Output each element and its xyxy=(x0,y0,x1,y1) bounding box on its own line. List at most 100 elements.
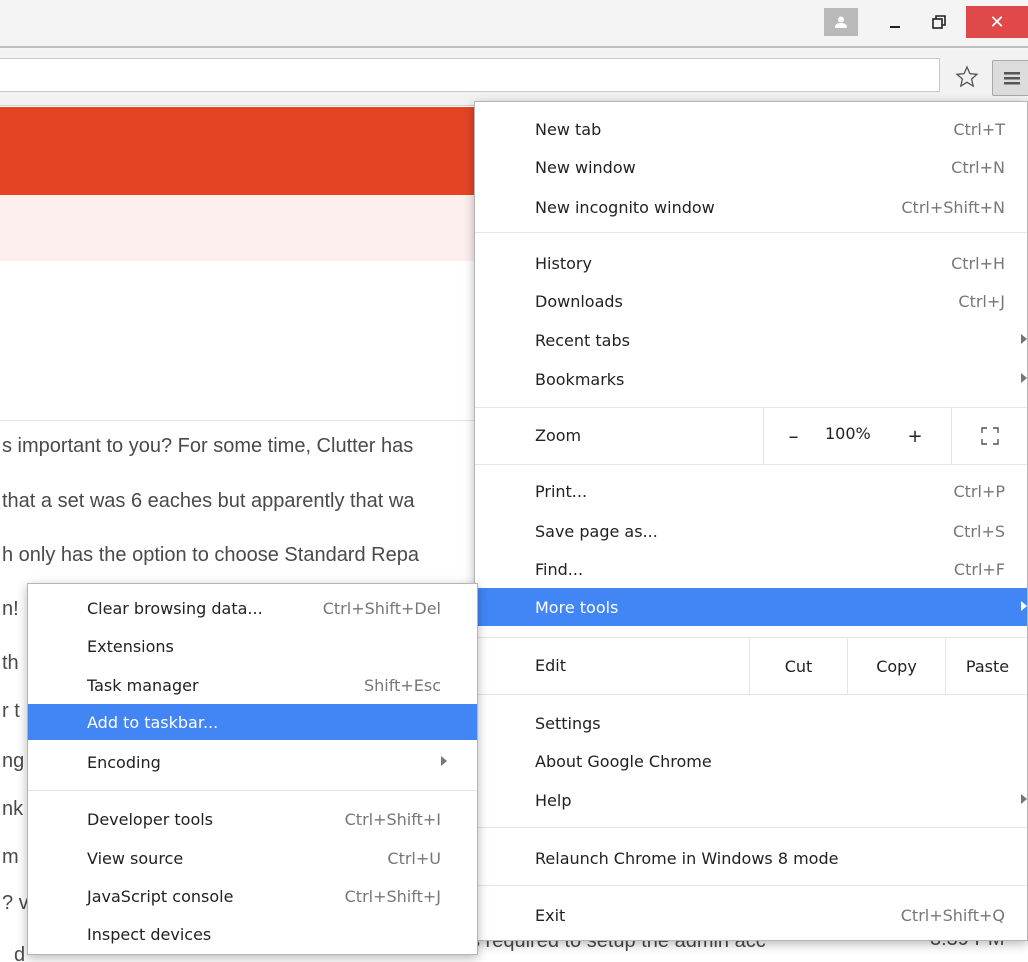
copy-button[interactable]: Copy xyxy=(847,638,945,694)
fullscreen-button[interactable] xyxy=(951,408,1027,464)
menu-item-label: Relaunch Chrome in Windows 8 mode xyxy=(535,849,839,868)
menu-separator xyxy=(475,694,1027,695)
cut-button[interactable]: Cut xyxy=(749,638,847,694)
restore-button[interactable] xyxy=(924,8,954,36)
submenu-item-add-to-taskbar[interactable]: Add to taskbar... xyxy=(28,704,477,740)
menu-separator xyxy=(475,885,1027,886)
submenu-item-shortcut: Ctrl+Shift+J xyxy=(344,887,441,906)
submenu-separator xyxy=(28,790,477,791)
menu-item-about-google-chrome[interactable]: About Google Chrome xyxy=(475,742,1027,780)
menu-item-label: Exit xyxy=(535,906,566,925)
menu-separator xyxy=(475,232,1027,233)
submenu-item-label: Extensions xyxy=(87,637,174,656)
menu-item-save-page-as[interactable]: Save page as... Ctrl+S xyxy=(475,512,1027,550)
title-bar: ✕ xyxy=(0,0,1028,50)
paste-label: Paste xyxy=(965,656,1010,676)
menu-item-label: Help xyxy=(535,791,572,810)
menu-item-shortcut: Ctrl+F xyxy=(953,560,1005,579)
submenu-item-label: Clear browsing data... xyxy=(87,599,263,618)
menu-item-new-window[interactable]: New window Ctrl+N xyxy=(475,148,1027,186)
menu-item-print[interactable]: Print... Ctrl+P xyxy=(475,472,1027,510)
menu-separator xyxy=(475,827,1027,828)
page-text-line: h only has the option to choose Standard… xyxy=(2,544,419,566)
menu-item-new-tab[interactable]: New tab Ctrl+T xyxy=(475,110,1027,148)
star-icon xyxy=(955,65,979,88)
menu-item-label: History xyxy=(535,254,592,273)
menu-item-label: Downloads xyxy=(535,292,623,311)
edit-label: Edit xyxy=(535,656,566,675)
menu-item-more-tools[interactable]: More tools xyxy=(475,588,1027,626)
menu-item-bookmarks[interactable]: Bookmarks xyxy=(475,360,1027,398)
submenu-item-task-manager[interactable]: Task manager Shift+Esc xyxy=(28,667,477,703)
menu-item-label: Settings xyxy=(535,714,601,733)
submenu-item-extensions[interactable]: Extensions xyxy=(28,628,477,664)
paste-button[interactable]: Paste xyxy=(945,638,1028,694)
fullscreen-icon xyxy=(980,427,999,445)
bookmark-star-button[interactable] xyxy=(954,64,980,90)
more-tools-submenu: Clear browsing data... Ctrl+Shift+Del Ex… xyxy=(27,583,478,955)
title-bar-divider xyxy=(0,46,1028,48)
menu-item-find[interactable]: Find... Ctrl+F xyxy=(475,550,1027,588)
edit-row: Edit Cut Copy Paste xyxy=(475,638,1027,694)
menu-item-shortcut: Ctrl+J xyxy=(958,292,1005,311)
menu-item-label: New incognito window xyxy=(535,198,715,217)
submenu-item-clear-browsing-data[interactable]: Clear browsing data... Ctrl+Shift+Del xyxy=(28,590,477,626)
submenu-item-label: View source xyxy=(87,849,184,868)
chrome-main-menu: New tab Ctrl+T New window Ctrl+N New inc… xyxy=(474,101,1028,941)
content-divider xyxy=(0,420,478,421)
menu-item-shortcut: Ctrl+Shift+Q xyxy=(900,906,1005,925)
submenu-arrow-icon xyxy=(1021,601,1027,611)
zoom-in-button[interactable]: + xyxy=(885,408,945,464)
submenu-item-shortcut: Ctrl+U xyxy=(387,849,441,868)
menu-item-shortcut: Ctrl+N xyxy=(951,158,1005,177)
zoom-label: Zoom xyxy=(535,426,582,445)
menu-item-recent-tabs[interactable]: Recent tabs xyxy=(475,321,1027,359)
submenu-item-developer-tools[interactable]: Developer tools Ctrl+Shift+I xyxy=(28,801,477,837)
page-text-line: s important to you? For some time, Clutt… xyxy=(2,435,414,457)
zoom-minus-label: – xyxy=(788,424,799,448)
menu-item-label: About Google Chrome xyxy=(535,752,712,771)
menu-item-new-incognito-window[interactable]: New incognito window Ctrl+Shift+N xyxy=(475,188,1027,226)
menu-item-label: Bookmarks xyxy=(535,370,625,389)
copy-label: Copy xyxy=(876,656,917,676)
profile-icon xyxy=(835,16,847,28)
menu-item-shortcut: Ctrl+S xyxy=(952,522,1005,541)
browser-toolbar xyxy=(0,50,1028,106)
profile-button[interactable] xyxy=(824,8,858,36)
submenu-item-label: Task manager xyxy=(87,676,199,695)
submenu-item-encoding[interactable]: Encoding xyxy=(28,744,477,780)
submenu-item-shortcut: Ctrl+Shift+Del xyxy=(322,599,441,618)
submenu-item-label: Developer tools xyxy=(87,810,214,829)
menu-item-shortcut: Ctrl+H xyxy=(951,254,1005,273)
submenu-item-inspect-devices[interactable]: Inspect devices xyxy=(28,916,477,952)
submenu-item-label: Encoding xyxy=(87,753,161,772)
menu-item-label: Find... xyxy=(535,560,584,579)
menu-item-shortcut: Ctrl+Shift+N xyxy=(901,198,1005,217)
zoom-out-button[interactable]: – xyxy=(763,408,823,464)
menu-item-exit[interactable]: Exit Ctrl+Shift+Q xyxy=(475,896,1027,934)
chrome-menu-button[interactable] xyxy=(992,60,1028,96)
menu-item-label: Save page as... xyxy=(535,522,658,541)
menu-item-downloads[interactable]: Downloads Ctrl+J xyxy=(475,282,1027,320)
menu-separator xyxy=(475,464,1027,465)
submenu-arrow-icon xyxy=(441,756,447,766)
menu-item-help[interactable]: Help xyxy=(475,781,1027,819)
minimize-button[interactable] xyxy=(880,8,910,36)
menu-item-label: New tab xyxy=(535,120,602,139)
submenu-item-javascript-console[interactable]: JavaScript console Ctrl+Shift+J xyxy=(28,878,477,914)
close-icon: ✕ xyxy=(989,11,1005,33)
menu-item-label: New window xyxy=(535,158,636,177)
submenu-item-shortcut: Shift+Esc xyxy=(363,676,441,695)
close-window-button[interactable]: ✕ xyxy=(966,6,1028,38)
menu-item-relaunch-windows-8-mode[interactable]: Relaunch Chrome in Windows 8 mode xyxy=(475,839,1027,877)
address-bar[interactable] xyxy=(0,58,940,92)
page-subbanner xyxy=(0,195,478,261)
menu-item-settings[interactable]: Settings xyxy=(475,704,1027,742)
menu-item-label: Recent tabs xyxy=(535,331,630,350)
minimize-icon xyxy=(890,26,900,28)
submenu-item-view-source[interactable]: View source Ctrl+U xyxy=(28,840,477,876)
zoom-plus-label: + xyxy=(907,425,923,447)
menu-item-shortcut: Ctrl+T xyxy=(953,120,1005,139)
menu-item-history[interactable]: History Ctrl+H xyxy=(475,244,1027,282)
menu-item-label: More tools xyxy=(535,598,619,617)
